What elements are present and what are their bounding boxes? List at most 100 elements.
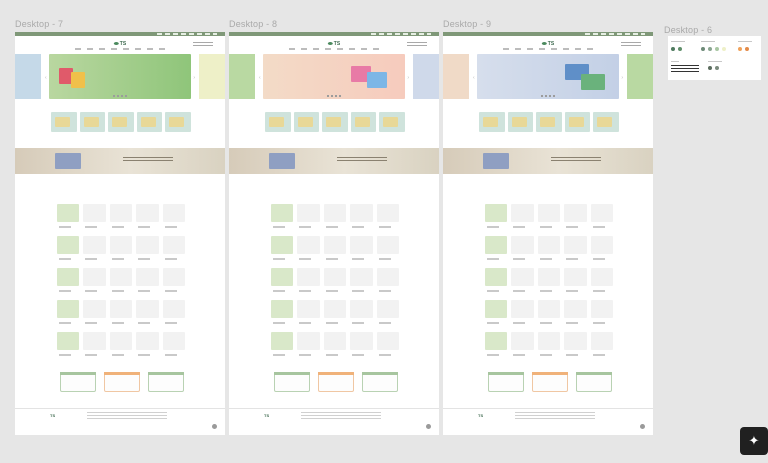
product-item[interactable] [136,236,159,260]
sparkle-icon[interactable]: ✦ [740,427,768,455]
product-item[interactable] [564,332,587,356]
product-item[interactable] [109,204,133,228]
product-item[interactable] [376,300,400,324]
color-swatch[interactable] [738,47,742,51]
category-card[interactable] [293,112,320,132]
product-item[interactable] [323,300,347,324]
brand-logo[interactable]: TS [113,41,126,47]
scroll-top-button[interactable] [640,424,645,429]
product-item[interactable] [511,268,534,292]
product-item[interactable] [511,236,534,260]
color-swatch[interactable] [708,47,712,51]
product-item[interactable] [136,204,159,228]
frame-label-desktop-7[interactable]: Desktop - 7 [15,19,63,29]
frame-desktop-7[interactable]: TS ‹ › TS [15,32,225,435]
product-item[interactable] [162,332,186,356]
category-card[interactable] [379,112,405,132]
main-nav[interactable] [503,48,593,50]
product-item[interactable] [109,236,133,260]
product-item[interactable] [57,204,80,228]
service-card[interactable] [318,372,354,392]
product-item[interactable] [109,332,133,356]
product-item[interactable] [162,300,186,324]
service-card[interactable] [362,372,398,392]
product-item[interactable] [590,332,614,356]
product-item[interactable] [57,300,80,324]
product-item[interactable] [323,204,347,228]
product-item[interactable] [109,268,133,292]
color-swatch[interactable] [715,47,719,51]
product-item[interactable] [350,332,373,356]
chevron-left-icon[interactable]: ‹ [473,75,475,81]
scroll-top-button[interactable] [212,424,217,429]
color-swatch[interactable] [678,47,682,51]
product-item[interactable] [162,268,186,292]
product-item[interactable] [271,204,294,228]
service-card[interactable] [60,372,96,392]
product-item[interactable] [537,236,561,260]
service-card[interactable] [532,372,568,392]
product-item[interactable] [485,300,508,324]
product-item[interactable] [83,332,106,356]
product-item[interactable] [485,332,508,356]
main-banner[interactable] [263,54,405,99]
main-nav[interactable] [75,48,165,50]
service-card[interactable] [274,372,310,392]
frame-label-desktop-6[interactable]: Desktop - 6 [664,25,712,35]
product-item[interactable] [350,300,373,324]
product-item[interactable] [511,204,534,228]
slider-dots[interactable] [327,95,341,97]
brand-logo[interactable]: TS [541,41,554,47]
brand-logo[interactable]: TS [327,41,340,47]
product-item[interactable] [162,204,186,228]
category-card[interactable] [322,112,348,132]
product-item[interactable] [57,332,80,356]
product-item[interactable] [564,300,587,324]
product-item[interactable] [271,332,294,356]
product-item[interactable] [57,268,80,292]
product-item[interactable] [511,300,534,324]
category-card[interactable] [51,112,77,132]
promo-banner[interactable] [443,148,653,174]
product-item[interactable] [83,268,106,292]
product-item[interactable] [376,268,400,292]
category-card[interactable] [564,112,591,132]
product-item[interactable] [271,300,294,324]
scroll-top-button[interactable] [426,424,431,429]
color-swatch[interactable] [708,66,712,70]
category-card[interactable] [350,112,377,132]
product-item[interactable] [162,236,186,260]
product-item[interactable] [485,268,508,292]
product-item[interactable] [136,332,159,356]
product-item[interactable] [297,332,320,356]
main-banner[interactable] [477,54,619,99]
category-card[interactable] [79,112,106,132]
color-swatch[interactable] [745,47,749,51]
category-card[interactable] [136,112,163,132]
product-item[interactable] [590,236,614,260]
category-card[interactable] [536,112,562,132]
product-item[interactable] [350,204,373,228]
product-item[interactable] [57,236,80,260]
product-item[interactable] [297,236,320,260]
product-item[interactable] [323,236,347,260]
frame-desktop-8[interactable]: TS ‹ › TS [229,32,439,435]
product-item[interactable] [537,332,561,356]
product-item[interactable] [271,236,294,260]
product-item[interactable] [511,332,534,356]
product-item[interactable] [376,236,400,260]
promo-banner[interactable] [229,148,439,174]
category-card[interactable] [593,112,619,132]
product-item[interactable] [485,204,508,228]
product-item[interactable] [564,268,587,292]
chevron-right-icon[interactable]: › [193,75,195,81]
product-item[interactable] [297,204,320,228]
service-card[interactable] [488,372,524,392]
product-item[interactable] [83,300,106,324]
chevron-left-icon[interactable]: ‹ [259,75,261,81]
product-item[interactable] [83,204,106,228]
category-card[interactable] [479,112,505,132]
service-card[interactable] [148,372,184,392]
frame-label-desktop-9[interactable]: Desktop - 9 [443,19,491,29]
product-item[interactable] [376,204,400,228]
